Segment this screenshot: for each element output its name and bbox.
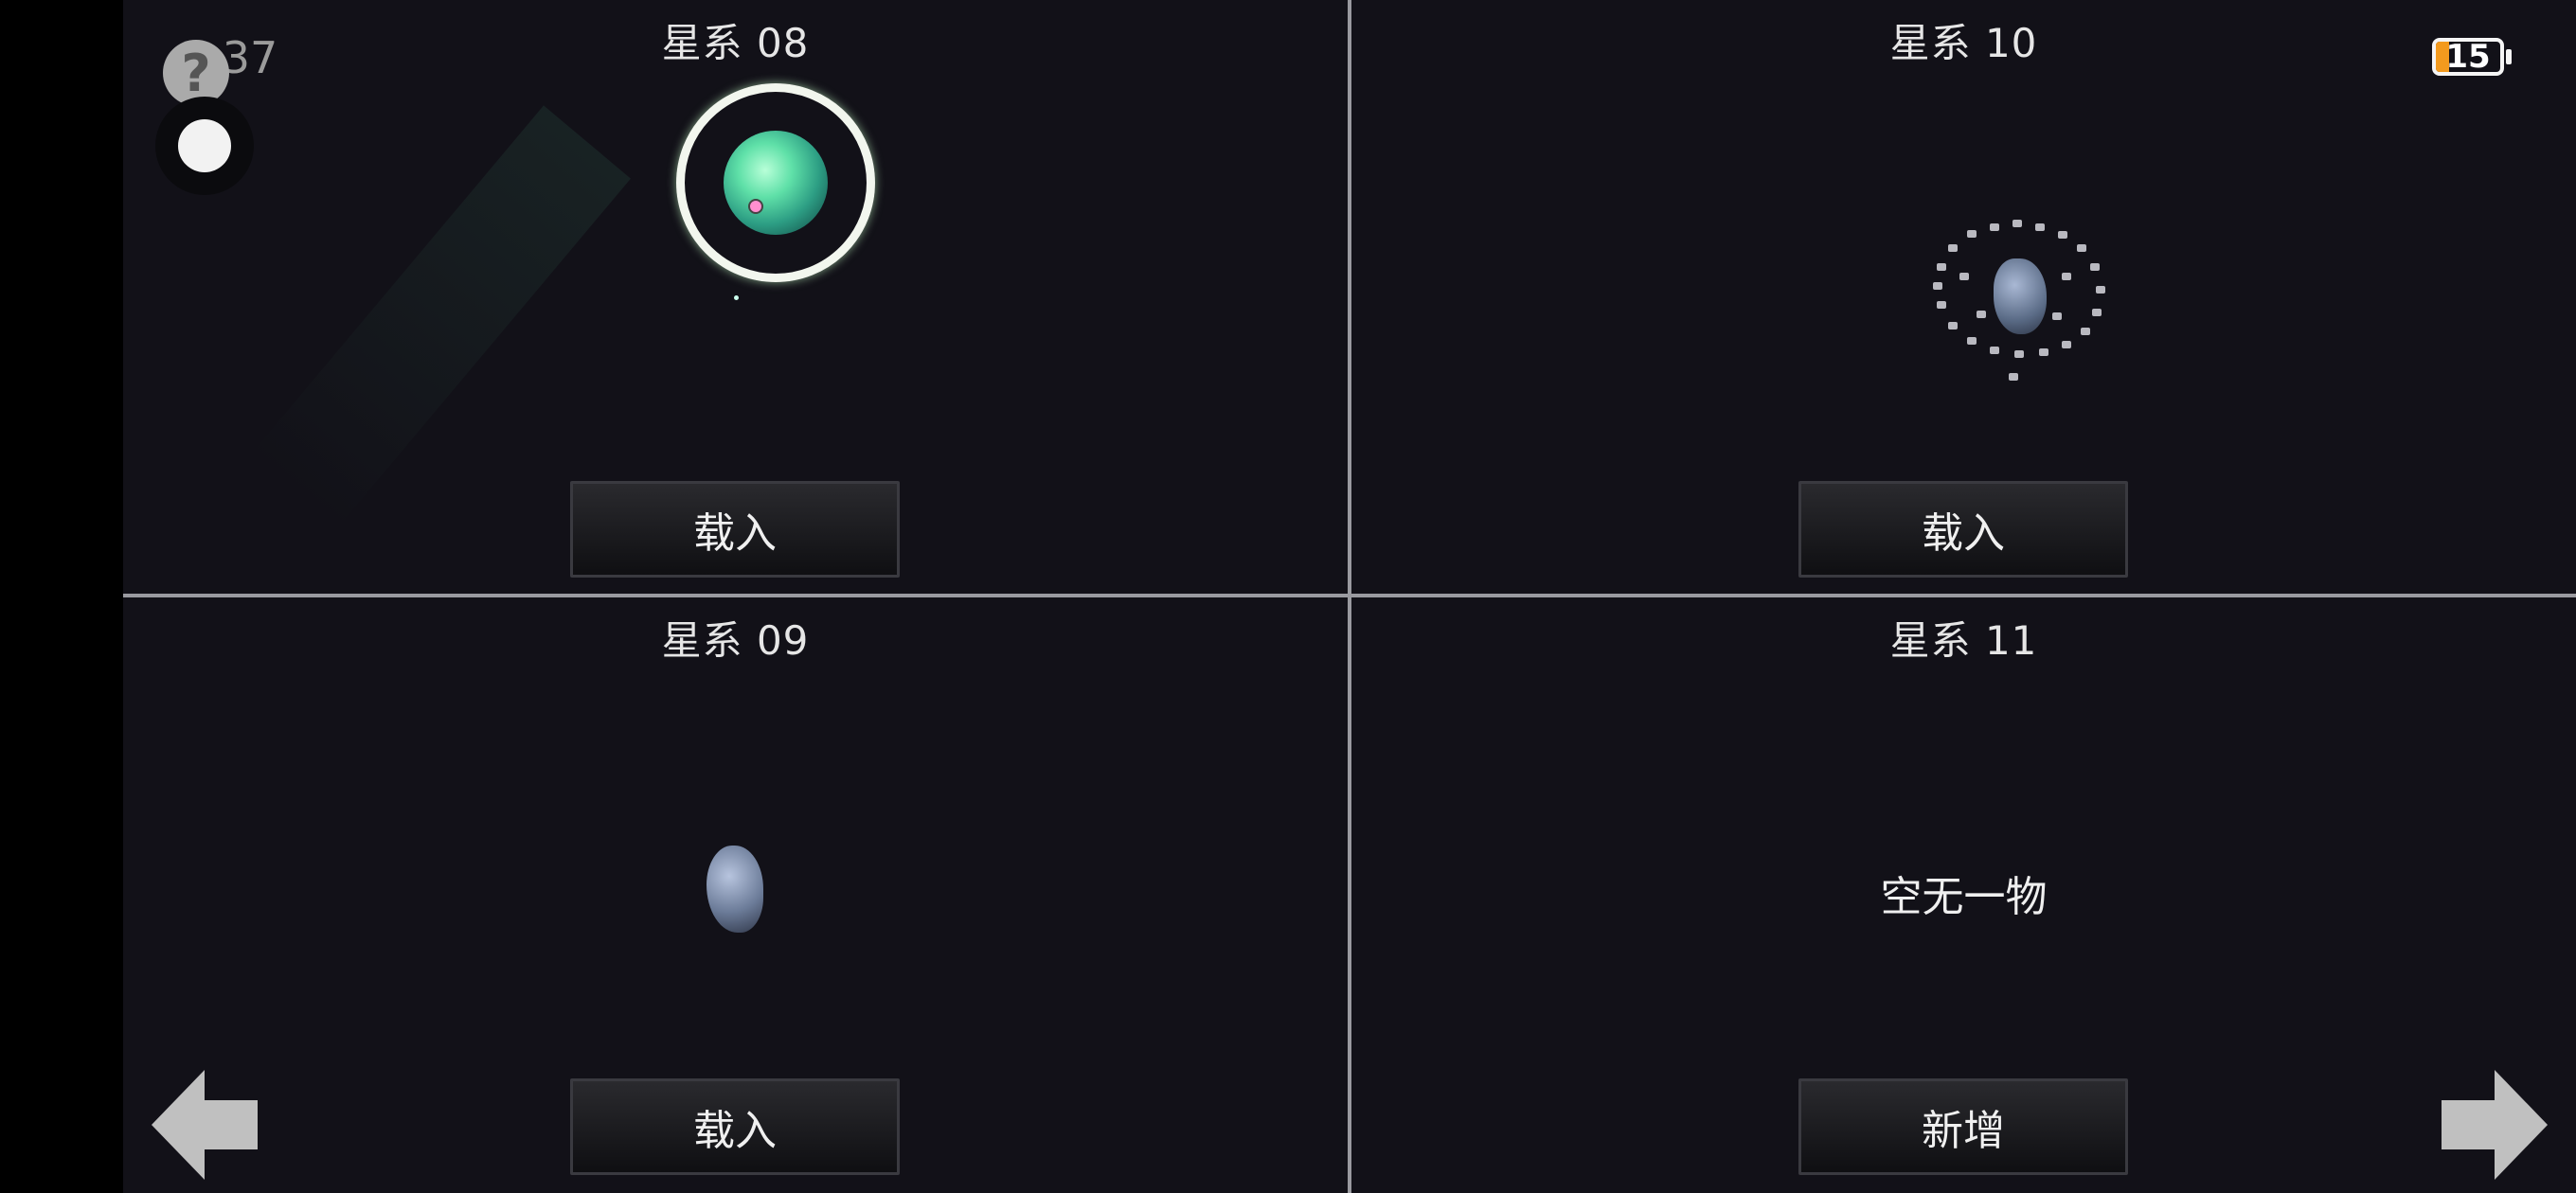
rock xyxy=(2062,273,2071,280)
rock xyxy=(2058,231,2067,239)
moon-dot xyxy=(748,199,763,214)
rock xyxy=(1948,322,1958,329)
rock xyxy=(2009,373,2018,381)
rock xyxy=(1990,347,1999,354)
galaxy-slot-10: 星系 10 载入 xyxy=(1351,0,2576,594)
galaxy-title: 星系 09 xyxy=(661,617,810,664)
arrow-left-icon[interactable] xyxy=(152,1070,261,1180)
rock xyxy=(1937,301,1946,309)
rock xyxy=(2039,348,2048,356)
galaxy-title: 星系 08 xyxy=(661,20,810,66)
load-button[interactable]: 载入 xyxy=(570,481,900,578)
planet-preview xyxy=(676,83,875,282)
rock xyxy=(2077,244,2086,252)
new-button[interactable]: 新增 xyxy=(1798,1078,2128,1175)
light-beam xyxy=(251,105,631,527)
rock xyxy=(1990,223,1999,231)
rock xyxy=(1959,273,1969,280)
battery-icon: 15 xyxy=(2432,38,2504,76)
green-planet xyxy=(724,131,828,235)
empty-slot-text: 空无一物 xyxy=(1880,873,2048,921)
rock xyxy=(1967,337,1977,345)
galaxy-slot-09: 星系 09 载入 xyxy=(123,597,1348,1191)
rock xyxy=(1967,230,1977,238)
rock xyxy=(1948,244,1958,252)
rock xyxy=(2014,350,2024,358)
asteroid-preview xyxy=(707,846,763,933)
asteroid-field-preview xyxy=(1910,206,2128,396)
galaxy-grid: 星系 08 载入 星系 10 载入 星系 09 载入 星系 11 空无一物 新增 xyxy=(123,0,2576,1193)
rock xyxy=(2062,341,2071,348)
rock xyxy=(1933,282,1942,290)
galaxy-slot-11: 星系 11 空无一物 新增 xyxy=(1351,597,2576,1191)
rock xyxy=(2096,286,2105,294)
battery-tip xyxy=(2506,49,2512,64)
star-dot xyxy=(734,295,739,300)
arrow-right-icon[interactable] xyxy=(2438,1070,2548,1180)
left-black-strip xyxy=(0,0,123,1193)
load-button[interactable]: 载入 xyxy=(1798,481,2128,578)
rock xyxy=(1937,263,1946,271)
rock xyxy=(2012,220,2022,227)
rock xyxy=(2052,312,2062,320)
toggle-knob xyxy=(178,119,231,172)
rock xyxy=(2092,309,2102,316)
galaxy-title: 星系 10 xyxy=(1889,20,2038,66)
battery-level: 15 xyxy=(2445,38,2491,76)
central-asteroid xyxy=(1994,258,2047,334)
rock xyxy=(2081,328,2090,335)
circle-toggle-icon[interactable] xyxy=(155,97,254,195)
galaxy-title: 星系 11 xyxy=(1889,617,2038,664)
rock xyxy=(1977,311,1986,318)
question-icon[interactable]: ? xyxy=(163,40,229,106)
load-button[interactable]: 载入 xyxy=(570,1078,900,1175)
rock xyxy=(2090,263,2100,271)
rock xyxy=(2035,223,2045,231)
galaxy-slot-08: 星系 08 载入 xyxy=(123,0,1348,594)
